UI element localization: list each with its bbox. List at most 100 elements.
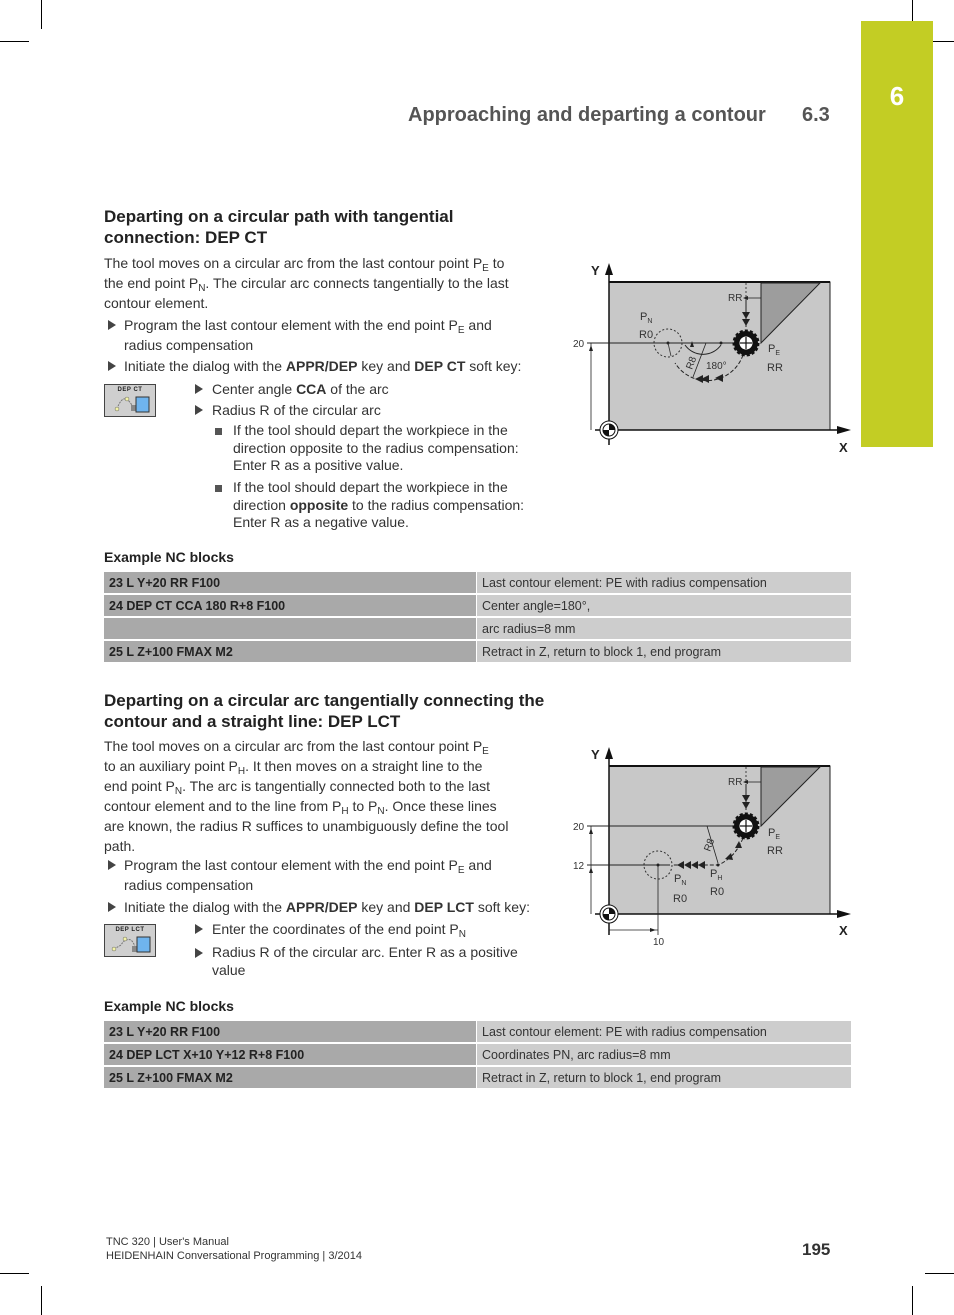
- text: direction: [233, 496, 290, 513]
- text: Program the last contour element with th…: [124, 317, 458, 333]
- table-row: 23 L Y+20 RR F100 Last contour element: P…: [104, 572, 851, 593]
- nc-description: Center angle=180°,: [476, 595, 851, 616]
- subscript: N: [458, 929, 466, 940]
- emphasis: opposite: [289, 496, 349, 513]
- nc-code: 24 DEP CT CCA 180 R+8 F100: [104, 595, 476, 616]
- text: and: [464, 317, 492, 333]
- text: are known, the radius R suffices to unam…: [104, 818, 509, 834]
- triangle-bullet-icon: [108, 902, 116, 912]
- table-row: arc radius=8 mm: [104, 618, 851, 639]
- y-axis-arrow-icon: [605, 263, 613, 275]
- subscript: N: [174, 786, 183, 797]
- crop-mark: [0, 41, 29, 42]
- subscript: E: [482, 263, 489, 274]
- key-name: APPR/DEP: [285, 358, 358, 374]
- triangle-bullet-icon: [108, 860, 116, 870]
- substep-item: Radius R of the circular arc: [195, 400, 545, 420]
- table-row: 23 L Y+20 RR F100 Last contour element: P…: [104, 1021, 851, 1042]
- y-dimension-20: 20: [573, 339, 585, 350]
- subscript: E: [457, 865, 465, 876]
- pe-compensation-label: RR: [767, 845, 783, 857]
- section-heading-dep-ct: Departing on a circular path with tangen…: [104, 206, 454, 248]
- page-footer: TNC 320 | User's Manual HEIDENHAIN Conve…: [106, 1235, 362, 1263]
- nc-description: Retract in Z, return to block 1, end pro…: [476, 641, 851, 662]
- text: Program the last contour element with th…: [124, 857, 458, 873]
- text: Enter the coordinates of the end point P: [212, 921, 459, 937]
- text: radius compensation: [124, 877, 254, 893]
- triangle-bullet-icon: [108, 320, 116, 330]
- table-row: 25 L Z+100 FMAX M2 Retract in Z, return t…: [104, 1067, 851, 1088]
- text: value: [212, 962, 246, 978]
- triangle-bullet-icon: [195, 405, 203, 415]
- dep-ct-softkey[interactable]: DEP CT: [104, 384, 156, 417]
- text: path.: [104, 838, 136, 854]
- note-item: If the tool should depart the workpiece …: [215, 479, 555, 532]
- y-axis-label: Y: [591, 263, 600, 278]
- example-title: Example NC blocks: [104, 549, 234, 565]
- key-name: APPR/DEP: [285, 899, 358, 915]
- table-row: 25 L Z+100 FMAX M2 Retract in Z, return t…: [104, 641, 851, 662]
- milling-tool-icon: [732, 812, 760, 840]
- text: soft key:: [465, 358, 522, 374]
- triangle-bullet-icon: [195, 384, 203, 394]
- text: soft key:: [473, 899, 530, 915]
- chapter-number: 6: [889, 81, 905, 111]
- text: Initiate the dialog with the: [124, 358, 286, 374]
- table-row: 24 DEP LCT X+10 Y+12 R+8 F100 Coordinates…: [104, 1044, 851, 1065]
- text: The tool moves on a circular arc from th…: [104, 738, 483, 754]
- text: . Once these lines: [384, 798, 497, 814]
- softkey-name: DEP CT: [414, 358, 466, 374]
- heading-line: connection: DEP CT: [104, 228, 268, 247]
- chapter-tab: 6: [861, 21, 933, 447]
- dep-ct-softkey-icon: [114, 396, 150, 413]
- x-axis-arrow-icon: [837, 910, 851, 918]
- x-axis-label: X: [839, 923, 848, 938]
- square-bullet-icon: [215, 485, 222, 492]
- nc-code: 25 L Z+100 FMAX M2: [104, 641, 476, 662]
- rr-label: RR: [728, 293, 742, 304]
- triangle-bullet-icon: [195, 948, 203, 958]
- text: . The arc is tangentially connected both…: [182, 778, 491, 794]
- pn-compensation-label: R0: [639, 329, 653, 341]
- crop-mark: [912, 1286, 913, 1315]
- note-item: If the tool should depart the workpiece …: [215, 422, 555, 475]
- text: Enter R as a negative value.: [233, 514, 409, 530]
- nc-code: 24 DEP LCT X+10 Y+12 R+8 F100: [104, 1044, 476, 1065]
- nc-blocks-table: 23 L Y+20 RR F100 Last contour element: P…: [104, 1019, 851, 1090]
- intro-paragraph: The tool moves on a circular arc from th…: [104, 736, 554, 856]
- subscript: E: [482, 746, 489, 757]
- page-number: 195: [802, 1240, 831, 1259]
- crop-mark: [933, 41, 954, 42]
- crop-mark: [0, 1273, 29, 1274]
- y-axis-arrow-icon: [605, 747, 613, 759]
- text: Center angle: [212, 381, 297, 397]
- x-dimension-10: 10: [653, 937, 665, 948]
- running-header-title: Approaching and departing a contour: [408, 104, 766, 126]
- y-dimension-20: 20: [573, 822, 585, 833]
- text: key and: [357, 899, 415, 915]
- text: If the tool should depart the workpiece …: [233, 479, 508, 495]
- step-item: Program the last contour element with th…: [108, 855, 548, 895]
- softkey-name: DEP LCT: [414, 899, 474, 915]
- nc-description: Last contour element: PE with radius com…: [476, 572, 851, 593]
- text: Radius R of the circular arc: [212, 402, 381, 418]
- text: of the arc: [326, 381, 389, 397]
- ph-compensation-label: R0: [710, 886, 724, 898]
- nc-code: 23 L Y+20 RR F100: [104, 1021, 476, 1042]
- heading-line: Departing on a circular path with tangen…: [104, 207, 454, 226]
- text: end point P: [104, 778, 175, 794]
- text: contour element.: [104, 295, 209, 311]
- heading-line: contour and a straight line: DEP LCT: [104, 712, 401, 731]
- footer-line: HEIDENHAIN Conversational Programming | …: [106, 1250, 362, 1262]
- x-axis-label: X: [839, 440, 848, 455]
- text: to an auxiliary point P: [104, 758, 238, 774]
- substep-item: Radius R of the circular arc. Enter R as…: [195, 943, 545, 979]
- text: and: [464, 857, 492, 873]
- subscript: H: [237, 766, 246, 777]
- text: to P: [348, 798, 378, 814]
- text: direction opposite to the radius compens…: [233, 439, 519, 456]
- dep-lct-softkey[interactable]: DEP LCT: [104, 924, 156, 957]
- origin-symbol: [599, 420, 619, 440]
- y-dimension-12: 12: [573, 861, 585, 872]
- text: key and: [357, 358, 415, 374]
